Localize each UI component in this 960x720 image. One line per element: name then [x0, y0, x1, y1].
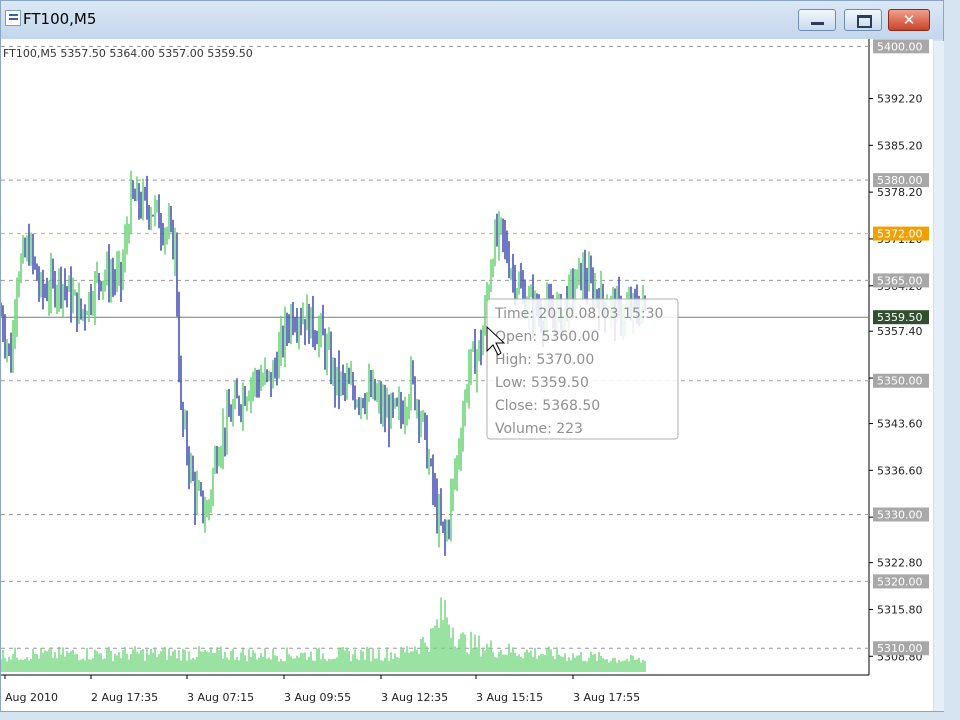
tooltip-line-0: Time: 2010.08.03 15:30	[494, 306, 663, 322]
level-label-3: 5365.00	[877, 274, 923, 287]
x-tick-label-3: 3 Aug 09:55	[284, 691, 351, 704]
level-label-2: 5372.00	[877, 228, 923, 241]
y-tick-label-1: 5385.20	[877, 139, 923, 152]
tooltip-line-4: Close: 5368.50	[495, 398, 600, 414]
x-tick-label-2: 3 Aug 07:15	[187, 691, 254, 704]
chart-window: FT100,M5 ✕ 5392.205385.205378.205371.205…	[0, 0, 944, 712]
y-tick-label-0: 5392.20	[877, 93, 923, 106]
level-label-0: 5400.00	[877, 40, 923, 53]
x-tick-label-0: Aug 2010	[5, 691, 58, 704]
level-label-6: 5330.00	[877, 508, 923, 521]
x-tick-label-1: 2 Aug 17:35	[91, 691, 158, 704]
y-tick-label-10: 5322.80	[877, 557, 923, 570]
y-tick-label-2: 5378.20	[877, 186, 923, 199]
minimize-button[interactable]	[798, 9, 836, 31]
level-label-4: 5359.50	[877, 311, 923, 324]
y-tick-label-8: 5336.60	[877, 464, 923, 477]
x-tick-label-5: 3 Aug 15:15	[476, 691, 543, 704]
tooltip-line-2: High: 5370.00	[495, 352, 594, 368]
level-label-7: 5320.00	[877, 575, 923, 588]
symbol-info-line: FT100,M5 5357.50 5364.00 5357.00 5359.50	[3, 47, 253, 60]
level-label-8: 5310.00	[877, 642, 923, 655]
right-edge-strip	[934, 41, 944, 711]
close-button[interactable]: ✕	[888, 9, 930, 31]
tooltip-line-3: Low: 5359.50	[495, 375, 589, 391]
y-tick-label-5: 5357.40	[877, 325, 923, 338]
chart-window-icon	[5, 10, 21, 26]
y-tick-label-11: 5315.80	[877, 603, 923, 616]
level-label-5: 5350.00	[877, 375, 923, 388]
tooltip-line-5: Volume: 223	[495, 421, 583, 437]
level-label-1: 5380.00	[877, 174, 923, 187]
price-chart[interactable]: 5392.205385.205378.205371.205364.205357.…	[0, 39, 933, 711]
maximize-button[interactable]	[844, 9, 882, 31]
y-tick-label-7: 5343.60	[877, 418, 923, 431]
price-chart-svg[interactable]: 5392.205385.205378.205371.205364.205357.…	[0, 39, 933, 711]
x-tick-label-4: 3 Aug 12:35	[381, 691, 448, 704]
title-bar[interactable]: FT100,M5 ✕	[1, 1, 943, 39]
window-title: FT100,M5	[23, 10, 97, 28]
x-tick-label-6: 3 Aug 17:55	[573, 691, 640, 704]
tooltip-line-1: Open: 5360.00	[495, 329, 599, 345]
